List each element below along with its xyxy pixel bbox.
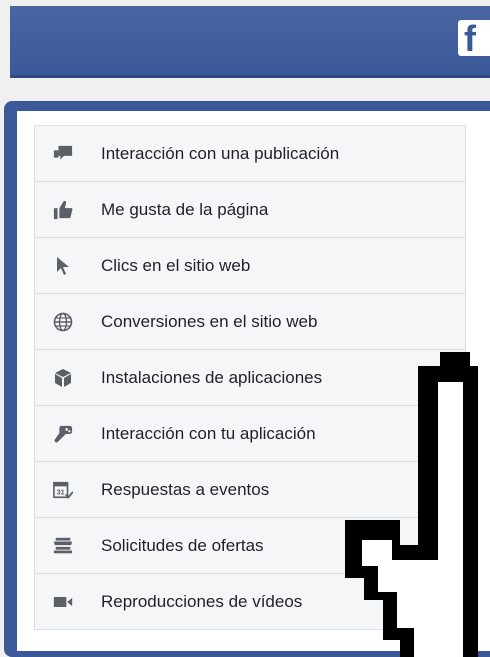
- facebook-header-bar: f: [10, 6, 490, 78]
- objective-event-responses[interactable]: 31 Respuestas a eventos: [35, 462, 465, 518]
- svg-text:31: 31: [57, 487, 65, 496]
- objective-label: Reproducciones de vídeos: [101, 591, 303, 611]
- store-icon: [53, 536, 73, 556]
- objective-label: Clics en el sitio web: [101, 255, 251, 275]
- video-camera-icon: [53, 592, 73, 612]
- thumbs-up-icon: [53, 200, 73, 220]
- objective-offer-claims[interactable]: Solicitudes de ofertas: [35, 518, 465, 574]
- objectives-panel-body: Interacción con una publicación Me gusta…: [17, 111, 490, 651]
- objective-app-installs[interactable]: Instalaciones de aplicaciones: [35, 350, 465, 406]
- objective-post-engagement[interactable]: Interacción con una publicación: [35, 126, 465, 182]
- facebook-logo[interactable]: f: [458, 18, 490, 59]
- objective-app-engagement[interactable]: Interacción con tu aplicación: [35, 406, 465, 462]
- objective-website-conversions[interactable]: Conversiones en el sitio web: [35, 294, 465, 350]
- objective-label: Solicitudes de ofertas: [101, 535, 264, 555]
- objective-page-likes[interactable]: Me gusta de la página: [35, 182, 465, 238]
- post-engagement-icon: [53, 144, 73, 164]
- facebook-logo-letter: f: [464, 18, 476, 59]
- gamepad-icon: [53, 424, 73, 444]
- globe-icon: [53, 312, 73, 332]
- objective-video-views[interactable]: Reproducciones de vídeos: [35, 574, 465, 629]
- objective-label: Conversiones en el sitio web: [101, 311, 318, 331]
- calendar-icon: 31: [53, 480, 73, 500]
- objective-label: Me gusta de la página: [101, 199, 269, 219]
- box-icon: [53, 368, 73, 388]
- objective-label: Interacción con una publicación: [101, 143, 340, 163]
- objectives-panel: Interacción con una publicación Me gusta…: [4, 101, 490, 657]
- pointer-icon: [53, 256, 73, 276]
- objectives-list: Interacción con una publicación Me gusta…: [34, 125, 466, 630]
- objective-label: Interacción con tu aplicación: [101, 423, 316, 443]
- objective-website-clicks[interactable]: Clics en el sitio web: [35, 238, 465, 294]
- objective-label: Respuestas a eventos: [101, 479, 270, 499]
- objective-label: Instalaciones de aplicaciones: [101, 367, 323, 387]
